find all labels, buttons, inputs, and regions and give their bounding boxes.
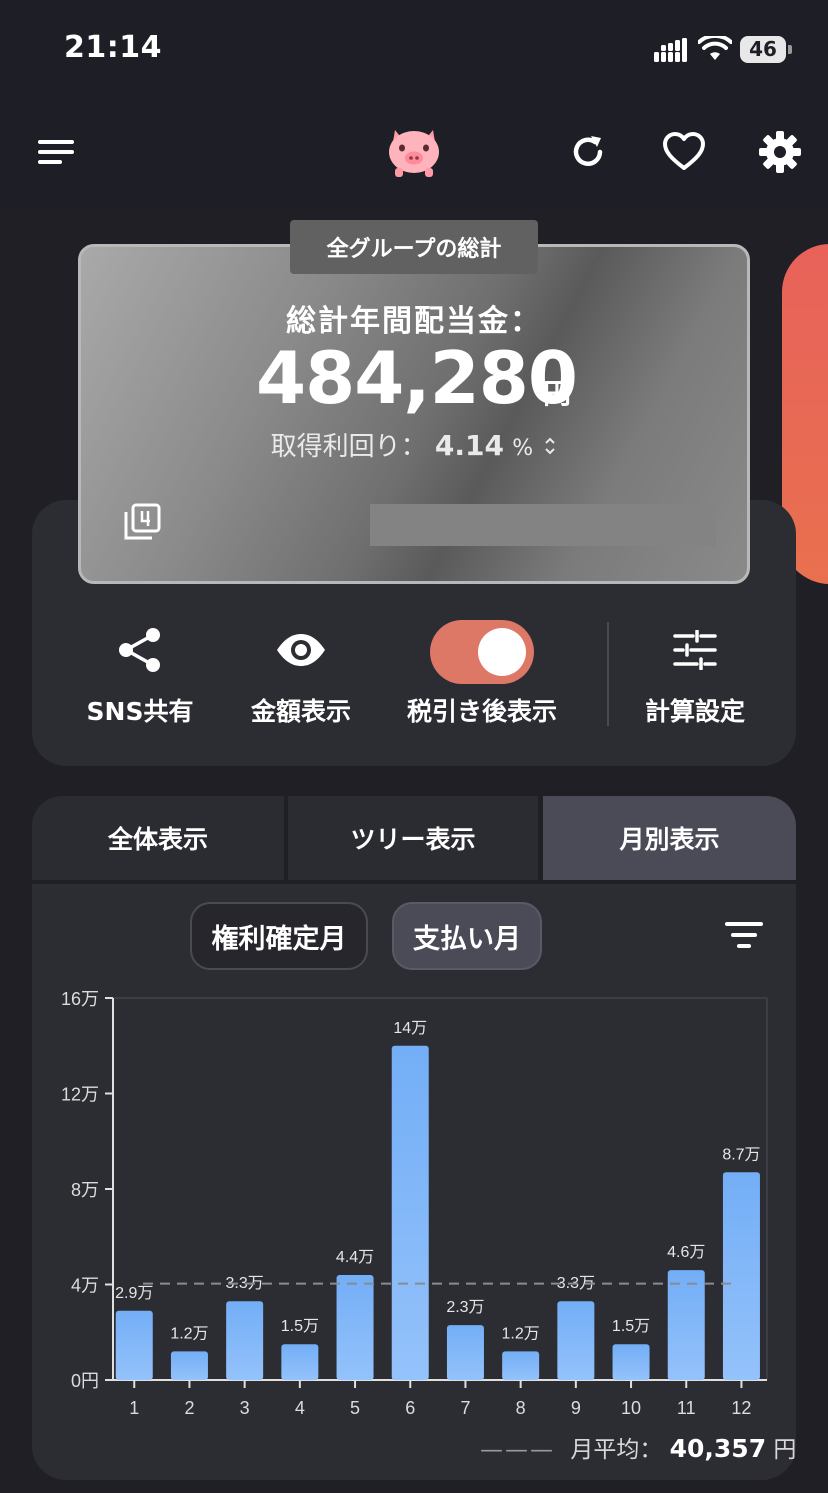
y-tick-label: 4万 (71, 1276, 99, 1296)
x-tick-label: 11 (677, 1398, 696, 1418)
payment-month-filter[interactable]: 支払い月 (392, 902, 542, 970)
battery-level: 46 (740, 36, 786, 63)
average-value: 40,357 (669, 1434, 767, 1463)
after-tax-option: 税引き後表示 (392, 620, 572, 730)
acquisition-yield[interactable]: 取得利回り： 4.14 % (78, 426, 750, 463)
sliders-icon (673, 630, 717, 670)
share-icon (119, 628, 160, 672)
rights-month-filter[interactable]: 権利確定月 (190, 902, 368, 970)
y-tick-label: 16万 (61, 989, 99, 1009)
tab-tree[interactable]: ツリー表示 (288, 796, 538, 880)
show-amount-label: 金額表示 (250, 697, 351, 726)
annual-dividend-amount: 484,280 (256, 336, 578, 420)
yield-label: 取得利回り： (270, 432, 427, 462)
filter-icon[interactable] (722, 918, 766, 954)
x-tick-label: 6 (405, 1398, 415, 1418)
status-time: 21:14 (64, 30, 162, 65)
x-tick-label: 10 (621, 1398, 641, 1418)
tab-monthly[interactable]: 月別表示 (543, 796, 796, 880)
tab-overall[interactable]: 全体表示 (32, 796, 284, 880)
bar-value-label: 14万 (393, 1020, 427, 1037)
calc-settings-label: 計算設定 (644, 697, 745, 726)
status-bar: 21:14 46 (0, 0, 828, 100)
share-label: SNS共有 (86, 697, 194, 726)
bar-month-8 (502, 1351, 540, 1380)
x-tick-label: 2 (184, 1398, 194, 1418)
wifi-icon (698, 36, 732, 60)
x-tick-label: 5 (350, 1398, 360, 1418)
bar-month-3 (226, 1301, 264, 1380)
y-tick-label: 12万 (61, 1085, 99, 1105)
heart-icon[interactable] (660, 128, 708, 176)
bar-month-11 (667, 1270, 705, 1380)
show-amount-button[interactable]: 金額表示 (211, 620, 391, 730)
masked-info-bar (370, 504, 716, 546)
card-title: 総計年間配当金： (286, 304, 542, 339)
bar-month-7 (446, 1325, 484, 1380)
bar-month-1 (115, 1310, 153, 1380)
x-tick-label: 4 (295, 1398, 305, 1418)
x-tick-label: 3 (240, 1398, 250, 1418)
bar-value-label: 1.2万 (170, 1325, 208, 1342)
y-tick-label: 0円 (71, 1371, 99, 1391)
x-tick-label: 1 (129, 1398, 139, 1418)
bar-month-2 (170, 1351, 208, 1380)
bar-month-4 (281, 1344, 319, 1380)
app-header (0, 100, 828, 208)
card-group-tag: 全グループの総計 (290, 220, 538, 274)
bar-month-12 (722, 1172, 760, 1380)
monthly-average: ——— 月平均： 40,357 円 (480, 1430, 796, 1464)
bar-month-10 (612, 1344, 650, 1380)
cellular-signal-icon (654, 38, 687, 62)
yield-value: 4.14 (434, 429, 504, 462)
piggy-bank-icon (384, 122, 444, 182)
bar-month-6 (391, 1045, 429, 1380)
average-unit: 円 (773, 1437, 797, 1463)
bar-month-5 (336, 1274, 374, 1380)
average-line-legend: ——— (480, 1437, 555, 1463)
bar-value-label: 1.5万 (281, 1318, 319, 1335)
y-tick-label: 8万 (71, 1180, 99, 1200)
calc-settings-button[interactable]: 計算設定 (605, 620, 785, 730)
bar-value-label: 2.9万 (115, 1285, 153, 1302)
x-tick-label: 8 (516, 1398, 526, 1418)
share-button[interactable]: SNS共有 (50, 620, 230, 730)
eye-icon (277, 634, 325, 666)
bar-value-label: 4.4万 (336, 1249, 374, 1266)
average-label: 月平均： (570, 1437, 663, 1463)
bar-value-label: 1.5万 (612, 1318, 650, 1335)
battery-icon: 46 (740, 36, 792, 63)
bar-value-label: 4.6万 (667, 1244, 705, 1261)
bar-value-label: 8.7万 (722, 1146, 760, 1163)
amount-unit: 円 (543, 377, 572, 410)
bar-month-9 (557, 1301, 595, 1380)
yield-unit: % (512, 436, 534, 461)
stack-4-icon[interactable] (122, 502, 162, 542)
bar-value-label: 2.3万 (446, 1299, 484, 1316)
gear-icon[interactable] (756, 128, 804, 176)
refresh-icon[interactable] (564, 128, 612, 176)
x-tick-label: 12 (731, 1398, 751, 1418)
menu-icon[interactable] (32, 128, 80, 176)
chevron-updown-icon (545, 437, 556, 455)
after-tax-label: 税引き後表示 (406, 697, 557, 726)
view-tabs: 全体表示 ツリー表示 月別表示 (32, 796, 796, 880)
x-tick-label: 7 (460, 1398, 470, 1418)
monthly-dividend-chart: 0円4万8万12万16万2.9万11.2万23.3万31.5万44.4万514万… (61, 989, 768, 1418)
x-tick-label: 9 (571, 1398, 581, 1418)
bar-value-label: 1.2万 (502, 1325, 540, 1342)
